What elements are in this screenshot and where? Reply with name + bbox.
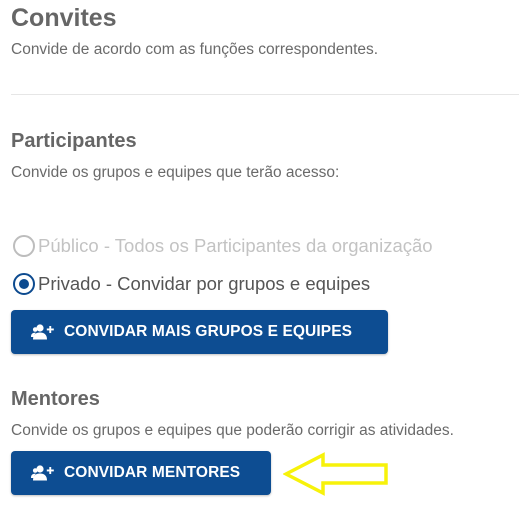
radio-option-public: Público - Todos os Participantes da orga… [13,235,433,257]
invite-groups-button-label: CONVIDAR MAIS GRUPOS E EQUIPES [64,323,353,340]
invite-mentors-button[interactable]: CONVIDAR MENTORES [11,451,271,495]
radio-private-label[interactable]: Privado - Convidar por grupos e equipes [38,273,370,295]
participants-section-title: Participantes [11,130,137,152]
radio-public-label: Público - Todos os Participantes da orga… [38,235,433,256]
page-title: Convites [11,4,117,32]
mentors-section-description: Convide os grupos e equipes que poderão … [11,422,454,439]
participants-section-description: Convide os grupos e equipes que terão ac… [11,164,340,181]
invite-groups-button[interactable]: CONVIDAR MAIS GRUPOS E EQUIPES [11,310,388,354]
add-group-icon [31,324,54,340]
page-subtitle: Convide de acordo com as funções corresp… [11,41,379,58]
invite-mentors-button-label: CONVIDAR MENTORES [64,464,241,481]
radio-private-icon[interactable] [13,273,35,295]
radio-public-icon [13,235,35,257]
divider [11,94,519,95]
arrow-left-icon [283,452,388,496]
radio-option-private[interactable]: Privado - Convidar por grupos e equipes [13,273,370,295]
add-group-icon [31,465,54,481]
mentors-section-title: Mentores [11,388,100,410]
